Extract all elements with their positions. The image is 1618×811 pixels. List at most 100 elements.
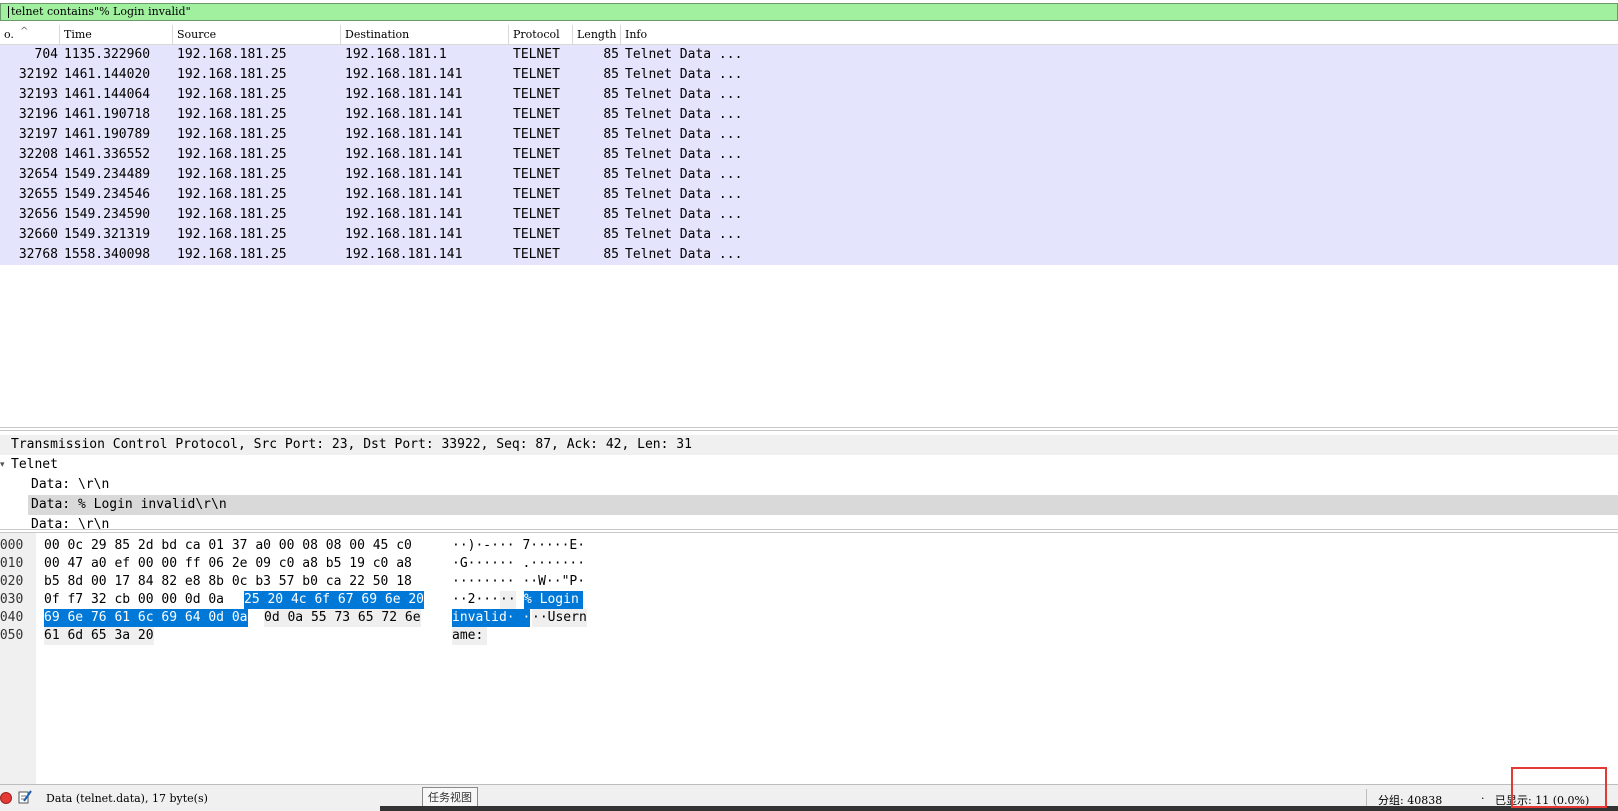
packet-cell-time: 1549.234489 (64, 167, 151, 182)
packet-cell-src: 192.168.181.25 (177, 227, 287, 242)
packet-cell-len: 85 (603, 187, 619, 202)
hex-bytes: 0f f7 32 cb 00 00 0d 0a (44, 592, 225, 607)
packet-cell-time: 1558.340098 (64, 247, 151, 262)
packet-cell-src: 192.168.181.25 (177, 87, 287, 102)
hex-bytes: 0d 0a 55 73 65 72 6e (264, 609, 421, 627)
column-header-info[interactable]: Info (621, 25, 1618, 45)
packet-cell-time: 1461.144064 (64, 87, 151, 102)
packet-cell-time: 1461.190718 (64, 107, 151, 122)
packet-row[interactable]: 32655 1549.234546 192.168.181.25 192.168.18… (0, 185, 1618, 205)
packet-cell-proto: TELNET (513, 87, 560, 102)
packet-cell-src: 192.168.181.25 (177, 67, 287, 82)
packet-cell-no: 32654 (18, 167, 58, 182)
packet-cell-info: Telnet Data ... (625, 47, 743, 62)
packet-row[interactable]: 32768 1558.340098 192.168.181.25 192.168.18… (0, 245, 1618, 265)
packet-cell-no: 704 (34, 47, 58, 62)
packet-row[interactable]: 32656 1549.234590 192.168.181.25 192.168.18… (0, 205, 1618, 225)
packet-cell-time: 1549.321319 (64, 227, 151, 242)
packet-cell-proto: TELNET (513, 107, 560, 122)
sort-ascending-icon: ^ (20, 26, 29, 37)
packet-row[interactable]: 32208 1461.336552 192.168.181.25 192.168.18… (0, 145, 1618, 165)
packet-cell-dst: 192.168.181.141 (345, 167, 463, 182)
ascii-bytes: ame: (452, 627, 488, 645)
task-view-tooltip: 任务视图 (422, 787, 478, 807)
packet-row[interactable]: 32660 1549.321319 192.168.181.25 192.168.18… (0, 225, 1618, 245)
detail-row-tcp[interactable]: Transmission Control Protocol, Src Port:… (0, 435, 1618, 455)
packet-cell-dst: 192.168.181.141 (345, 207, 463, 222)
display-filter-toolbar: telnet contains"% Login invalid" (0, 0, 1618, 24)
hex-bytes: b5 8d 00 17 84 82 e8 8b 0c b3 57 b0 ca 2… (44, 574, 412, 589)
ascii-bytes: ··Usern (532, 609, 587, 627)
detail-row-telnet[interactable]: ▾ Telnet (0, 455, 1618, 475)
packet-cell-dst: 192.168.181.141 (345, 87, 463, 102)
column-header-protocol[interactable]: Protocol (509, 25, 573, 45)
packet-cell-proto: TELNET (513, 247, 560, 262)
detail-row-data-selected[interactable]: Data: % Login invalid\r\n (28, 495, 1618, 515)
detail-row-data-3[interactable]: Data: \r\n (0, 515, 1618, 529)
packet-cell-proto: TELNET (513, 127, 560, 142)
packet-cell-src: 192.168.181.25 (177, 207, 287, 222)
capture-status-icon[interactable] (0, 792, 12, 804)
packet-cell-proto: TELNET (513, 147, 560, 162)
packet-cell-dst: 192.168.181.141 (345, 227, 463, 242)
annotation-highlight-box (1511, 767, 1607, 808)
packet-list-header: o. ^ Time Source Destination Protocol Le… (0, 25, 1618, 45)
packet-cell-dst: 192.168.181.141 (345, 147, 463, 162)
packet-row[interactable]: 704 1135.322960 192.168.181.25 192.168.181.… (0, 45, 1618, 65)
packet-row[interactable]: 32197 1461.190789 192.168.181.25 192.168.18… (0, 125, 1618, 145)
packet-cell-len: 85 (603, 67, 619, 82)
column-header-source[interactable]: Source (173, 25, 341, 45)
packet-cell-info: Telnet Data ... (625, 227, 743, 242)
packet-details-pane[interactable]: Transmission Control Protocol, Src Port:… (0, 430, 1618, 530)
packet-cell-time: 1135.322960 (64, 47, 151, 62)
packet-cell-time: 1549.234546 (64, 187, 151, 202)
packet-cell-len: 85 (603, 167, 619, 182)
packet-cell-len: 85 (603, 227, 619, 242)
ascii-bytes-selected: invalid· · (452, 609, 531, 627)
display-filter-input[interactable]: telnet contains"% Login invalid" (0, 3, 1618, 21)
packet-cell-proto: TELNET (513, 227, 560, 242)
packet-cell-dst: 192.168.181.141 (345, 187, 463, 202)
column-header-no[interactable]: o. ^ (0, 25, 60, 45)
column-header-time[interactable]: Time (60, 25, 173, 45)
hex-bytes: 00 0c 29 85 2d bd ca 01 37 a0 00 08 08 0… (44, 538, 412, 553)
packet-cell-proto: TELNET (513, 67, 560, 82)
ascii-bytes: ········ ··W··"P· (452, 574, 586, 589)
ascii-bytes: ·· (500, 591, 516, 609)
hex-bytes: 00 47 a0 ef 00 00 ff 06 2e 09 c0 a8 b5 1… (44, 556, 412, 571)
hex-bytes-selected: 25 20 4c 6f 67 69 6e 20 (244, 591, 425, 609)
packet-cell-no: 32196 (18, 107, 58, 122)
column-header-length[interactable]: Length (573, 25, 621, 45)
packet-cell-no: 32208 (18, 147, 58, 162)
ascii-bytes: ··2··· (452, 592, 499, 607)
packet-cell-proto: TELNET (513, 167, 560, 182)
packet-row[interactable]: 32196 1461.190718 192.168.181.25 192.168.18… (0, 105, 1618, 125)
packet-cell-info: Telnet Data ... (625, 127, 743, 142)
packet-list-pane[interactable]: o. ^ Time Source Destination Protocol Le… (0, 25, 1618, 428)
packet-row[interactable]: 32654 1549.234489 192.168.181.25 192.168.18… (0, 165, 1618, 185)
packet-row[interactable]: 32193 1461.144064 192.168.181.25 192.168.18… (0, 85, 1618, 105)
packet-cell-len: 85 (603, 127, 619, 142)
packet-cell-info: Telnet Data ... (625, 207, 743, 222)
packet-cell-info: Telnet Data ... (625, 147, 743, 162)
ascii-bytes: ··)·-··· 7·····E· (452, 538, 586, 553)
packet-cell-len: 85 (603, 107, 619, 122)
packet-row[interactable]: 32192 1461.144020 192.168.181.25 192.168.18… (0, 65, 1618, 85)
field-info-text: Data (telnet.data), 17 byte(s) (46, 792, 208, 805)
packet-cell-src: 192.168.181.25 (177, 167, 287, 182)
packet-bytes-pane[interactable]: 0000 00 0c 29 85 2d bd ca 01 37 a0 00 08… (0, 532, 1618, 785)
expanded-arrow-icon[interactable]: ▾ (0, 455, 8, 475)
packet-cell-time: 1461.190789 (64, 127, 151, 142)
packet-cell-info: Telnet Data ... (625, 187, 743, 202)
packet-cell-info: Telnet Data ... (625, 247, 743, 262)
column-header-destination[interactable]: Destination (341, 25, 509, 45)
status-dot-separator: · (1481, 792, 1485, 805)
packet-cell-time: 1461.336552 (64, 147, 151, 162)
packet-cell-src: 192.168.181.25 (177, 127, 287, 142)
packet-cell-src: 192.168.181.25 (177, 107, 287, 122)
packet-cell-len: 85 (603, 87, 619, 102)
packet-cell-no: 32656 (18, 207, 58, 222)
detail-row-data-1[interactable]: Data: \r\n (0, 475, 1618, 495)
edit-comment-icon[interactable] (18, 790, 32, 804)
packet-cell-proto: TELNET (513, 207, 560, 222)
